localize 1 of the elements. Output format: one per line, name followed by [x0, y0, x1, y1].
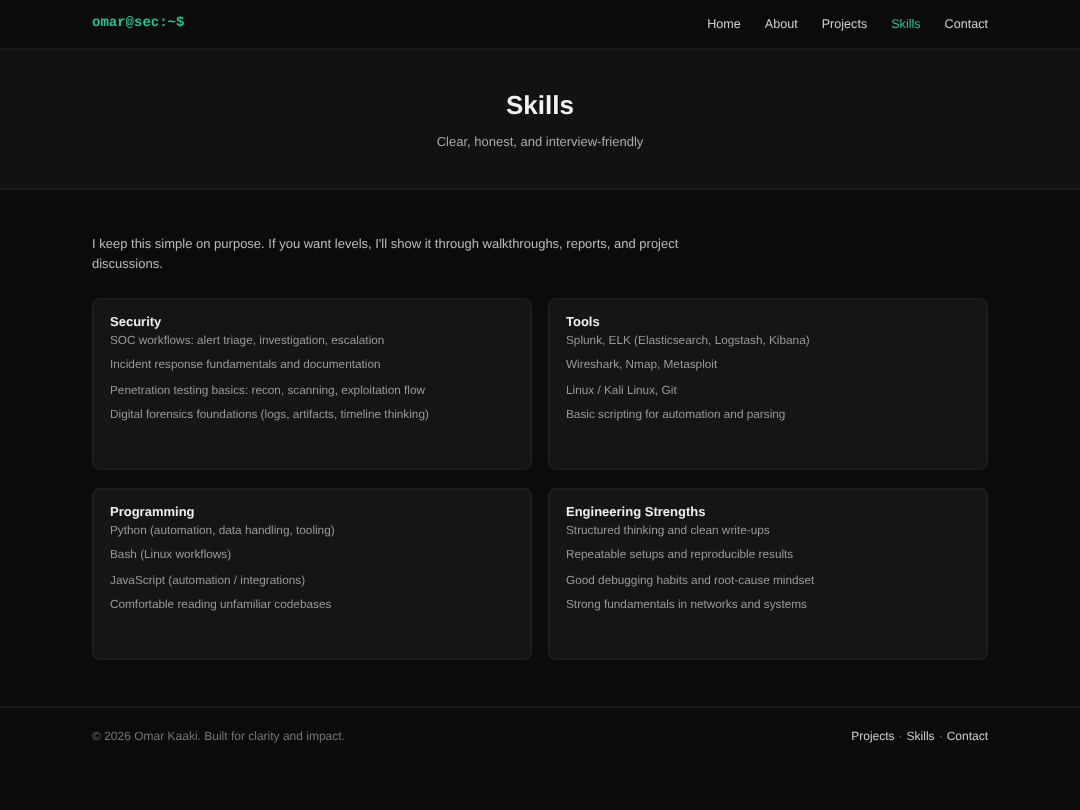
page-title: Skills [506, 89, 574, 119]
